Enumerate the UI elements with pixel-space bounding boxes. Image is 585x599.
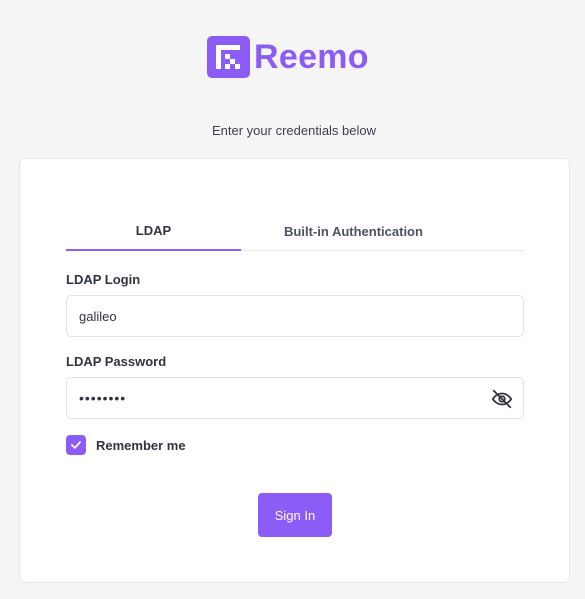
reemo-logo-icon <box>207 36 250 78</box>
header: Reemo Enter your credentials below <box>0 0 585 150</box>
remember-checkbox[interactable] <box>66 435 86 455</box>
tab-ldap[interactable]: LDAP <box>66 211 241 251</box>
auth-tabs: LDAP Built-in Authentication <box>66 211 524 251</box>
brand-name: Reemo <box>254 38 369 76</box>
sign-in-button[interactable]: Sign In <box>258 493 332 537</box>
login-input[interactable]: galileo <box>66 295 524 337</box>
password-input[interactable]: •••••••• <box>66 377 524 419</box>
check-icon <box>71 441 81 449</box>
brand-logo: Reemo <box>207 36 369 78</box>
password-value: •••••••• <box>79 390 127 406</box>
password-label: LDAP Password <box>66 354 167 369</box>
remember-me: Remember me <box>66 435 186 455</box>
tab-builtin-authentication[interactable]: Built-in Authentication <box>241 211 466 251</box>
eye-off-icon[interactable] <box>491 388 513 410</box>
login-label: LDAP Login <box>66 272 141 287</box>
login-value: galileo <box>79 308 117 324</box>
login-card: LDAP Built-in Authentication LDAP Login … <box>19 158 570 583</box>
page-subtitle: Enter your credentials below <box>211 123 377 138</box>
remember-label: Remember me <box>96 437 186 453</box>
